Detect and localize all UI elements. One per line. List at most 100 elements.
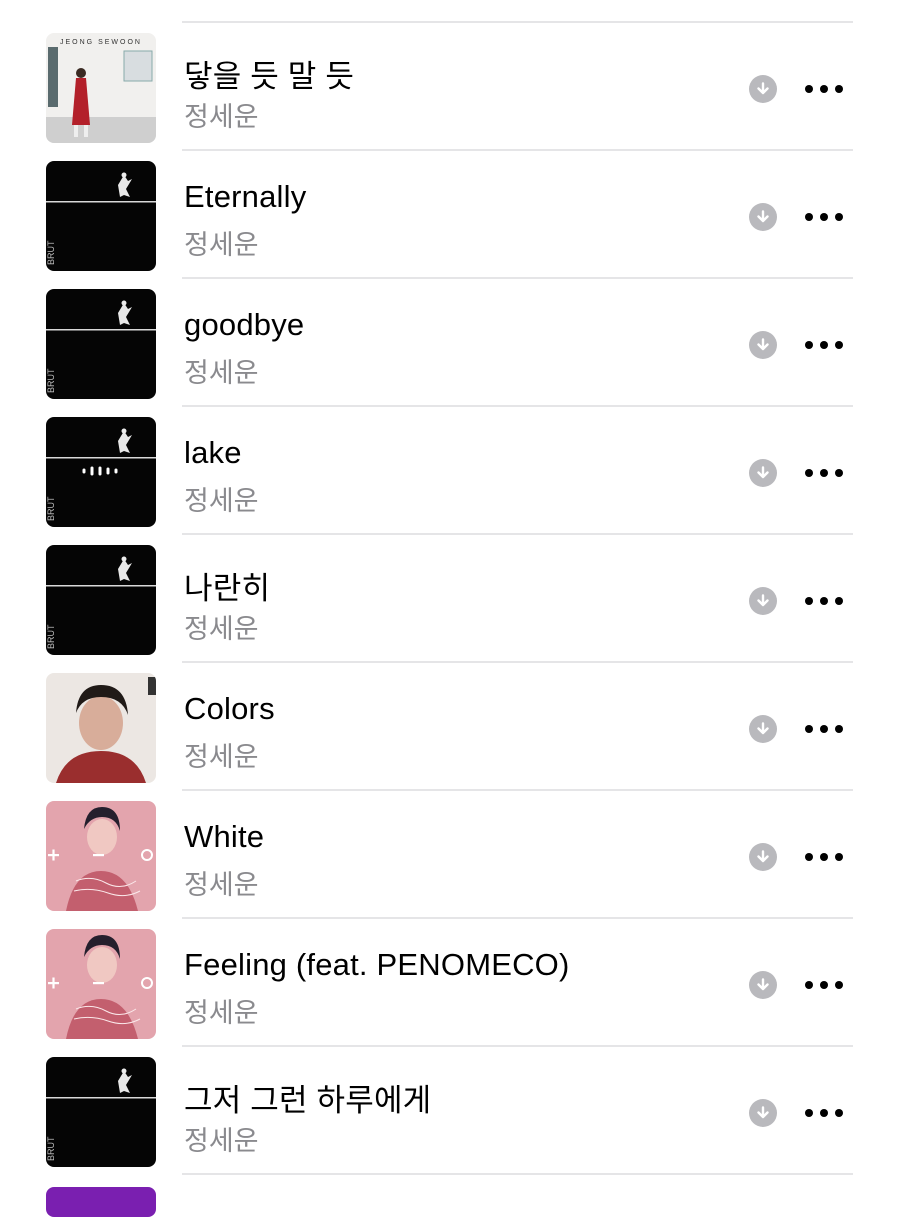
- song-artist: 정세운: [184, 486, 259, 516]
- download-circle-icon: [757, 722, 769, 735]
- album-brut: BRUT: [46, 1057, 156, 1167]
- ellipsis-dot: [805, 469, 813, 477]
- svg-text:BRUT: BRUT: [46, 624, 56, 649]
- ellipsis-dot: [820, 341, 828, 349]
- song-title: 닿을 듯 말 듯: [184, 59, 355, 94]
- ellipsis-dot: [805, 1109, 813, 1117]
- song-title: goodbye: [184, 307, 305, 342]
- ellipsis-dot: [805, 85, 813, 93]
- download-button[interactable]: [749, 843, 777, 871]
- more-options-button[interactable]: [805, 973, 843, 997]
- song-artist: 정세운: [184, 358, 259, 388]
- song-row[interactable]: BRUT Eternally 정세운: [0, 151, 899, 279]
- download-button[interactable]: [749, 587, 777, 615]
- album-art: BRUT: [46, 1057, 156, 1167]
- ellipsis-dot: [835, 469, 843, 477]
- album-art: BRUT: [46, 289, 156, 399]
- song-row[interactable]: Colors 정세운: [0, 663, 899, 791]
- album-plus-minus: [46, 929, 156, 1039]
- ellipsis-dot: [820, 1109, 828, 1117]
- ellipsis-dot: [805, 853, 813, 861]
- album-art: BRUT: [46, 545, 156, 655]
- ellipsis-dot: [805, 981, 813, 989]
- album-art: [46, 929, 156, 1039]
- album-art: BRUT: [46, 417, 156, 527]
- album-jeong-sewoon: JEONG SEWOON: [46, 33, 156, 143]
- ellipsis-dot: [820, 725, 828, 733]
- song-row[interactable]: White 정세운: [0, 791, 899, 919]
- album-brut: BRUT: [46, 289, 156, 399]
- song-title: Feeling (feat. PENOMECO): [184, 947, 570, 982]
- song-artist: 정세운: [184, 742, 259, 772]
- ellipsis-dot: [805, 725, 813, 733]
- song-list: JEONG SEWOON 닿을 듯 말 듯 정세운 BRUT Eternally 정세운 B…: [0, 23, 899, 1175]
- svg-text:BRUT: BRUT: [46, 240, 56, 265]
- download-button[interactable]: [749, 1099, 777, 1127]
- album-colors: [46, 673, 156, 783]
- album-plus-minus: [46, 801, 156, 911]
- download-circle-icon: [757, 210, 769, 223]
- song-artist: 정세운: [184, 614, 259, 644]
- more-options-button[interactable]: [805, 77, 843, 101]
- more-options-button[interactable]: [805, 205, 843, 229]
- ellipsis-dot: [820, 981, 828, 989]
- album-brut-playing: BRUT: [46, 417, 156, 527]
- more-options-button[interactable]: [805, 589, 843, 613]
- more-options-button[interactable]: [805, 717, 843, 741]
- ellipsis-dot: [835, 341, 843, 349]
- song-row[interactable]: JEONG SEWOON 닿을 듯 말 듯 정세운: [0, 23, 899, 151]
- ellipsis-dot: [835, 597, 843, 605]
- album-brut: BRUT: [46, 161, 156, 271]
- download-button[interactable]: [749, 203, 777, 231]
- song-artist: 정세운: [184, 1126, 259, 1156]
- ellipsis-dot: [835, 213, 843, 221]
- download-button[interactable]: [749, 331, 777, 359]
- more-options-button[interactable]: [805, 845, 843, 869]
- download-button[interactable]: [749, 459, 777, 487]
- download-button[interactable]: [749, 971, 777, 999]
- ellipsis-dot: [820, 597, 828, 605]
- song-row[interactable]: BRUT goodbye 정세운: [0, 279, 899, 407]
- song-title: lake: [184, 435, 242, 470]
- row-divider: [182, 1173, 853, 1175]
- song-artist: 정세운: [184, 230, 259, 260]
- ellipsis-dot: [835, 1109, 843, 1117]
- next-album-art-partial[interactable]: [46, 1187, 156, 1217]
- album-art: JEONG SEWOON: [46, 33, 156, 143]
- more-options-button[interactable]: [805, 461, 843, 485]
- download-circle-icon: [757, 466, 769, 479]
- download-button[interactable]: [749, 715, 777, 743]
- song-artist: 정세운: [184, 998, 259, 1028]
- svg-text:BRUT: BRUT: [46, 496, 56, 521]
- ellipsis-dot: [820, 469, 828, 477]
- more-options-button[interactable]: [805, 1101, 843, 1125]
- song-title: White: [184, 819, 265, 854]
- ellipsis-dot: [835, 981, 843, 989]
- song-row[interactable]: BRUT 그저 그런 하루에게정세운: [0, 1047, 899, 1175]
- download-circle-icon: [757, 82, 769, 95]
- song-row[interactable]: Feeling (feat. PENOMECO) 정세운: [0, 919, 899, 1047]
- album-brut: BRUT: [46, 545, 156, 655]
- svg-text:JEONG SEWOON: JEONG SEWOON: [60, 39, 142, 46]
- ellipsis-dot: [835, 725, 843, 733]
- ellipsis-dot: [835, 85, 843, 93]
- album-art: [46, 673, 156, 783]
- album-art: BRUT: [46, 161, 156, 271]
- more-options-button[interactable]: [805, 333, 843, 357]
- song-title: 나란히: [184, 571, 271, 606]
- svg-text:BRUT: BRUT: [46, 368, 56, 393]
- song-artist: 정세운: [184, 870, 259, 900]
- song-title: 그저 그런 하루에게: [184, 1083, 432, 1118]
- album-art: [46, 801, 156, 911]
- ellipsis-dot: [805, 341, 813, 349]
- song-row[interactable]: BRUT 나란히정세운: [0, 535, 899, 663]
- ellipsis-dot: [805, 213, 813, 221]
- song-title: Colors: [184, 691, 275, 726]
- download-button[interactable]: [749, 75, 777, 103]
- ellipsis-dot: [820, 213, 828, 221]
- ellipsis-dot: [805, 597, 813, 605]
- song-row[interactable]: BRUT lake 정세운: [0, 407, 899, 535]
- download-circle-icon: [757, 978, 769, 991]
- ellipsis-dot: [820, 853, 828, 861]
- download-circle-icon: [757, 1106, 769, 1119]
